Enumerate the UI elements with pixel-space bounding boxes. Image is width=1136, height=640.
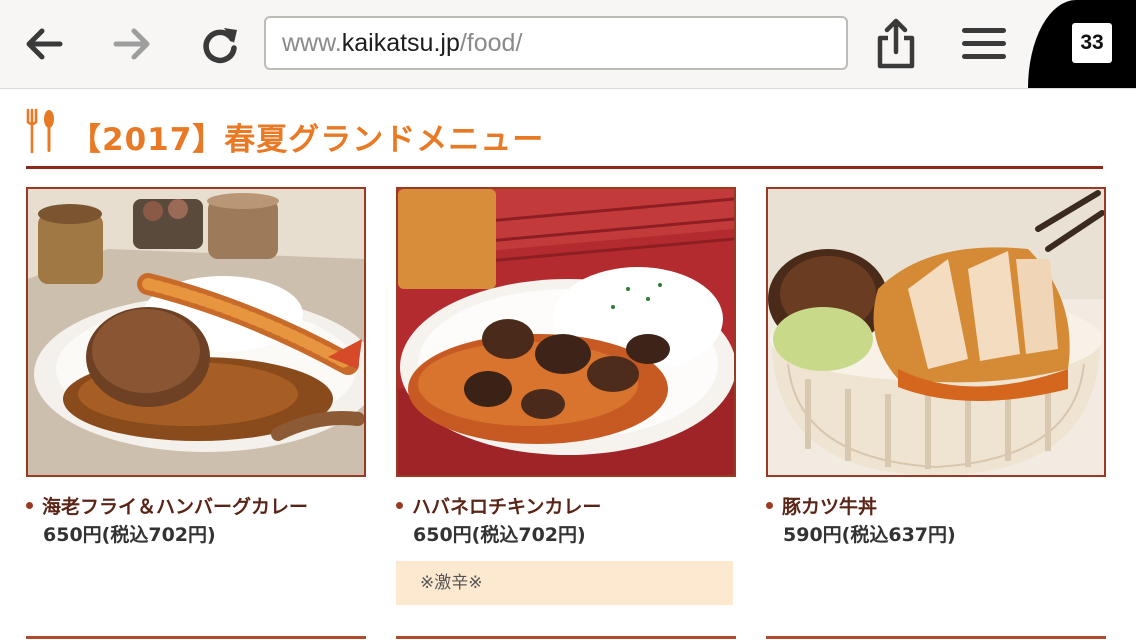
menu-item-name[interactable]: ハバネロチキンカレー (396, 492, 601, 519)
section-title: 【2017】春夏グランドメニュー (70, 122, 545, 158)
item-name-text: 海老フライ＆ハンバーグカレー (42, 496, 309, 518)
next-row-edge (766, 636, 1106, 639)
food-photo-habanero-chicken-curry[interactable] (396, 187, 736, 477)
url-scheme: www. (282, 29, 342, 57)
tabs-button[interactable]: 33 (1028, 0, 1136, 88)
food-photo-tonkatsu-gyudon[interactable] (766, 187, 1106, 477)
arrow-left-icon (26, 28, 63, 60)
back-button[interactable] (18, 18, 70, 70)
reload-icon (203, 28, 237, 64)
menu-item-price: 590円(税込637円) (783, 524, 956, 546)
browser-toolbar: www.kaikatsu.jp/food/ 33 (0, 0, 1136, 89)
share-icon (877, 18, 915, 69)
title-divider (26, 166, 1103, 169)
hamburger-menu-icon (962, 28, 1006, 59)
section-header: 【2017】春夏グランドメニュー (26, 106, 1106, 158)
item-name-text: ハバネロチキンカレー (412, 496, 602, 518)
reload-button[interactable] (194, 18, 246, 70)
share-button[interactable] (870, 16, 922, 69)
food-photo-ebi-hamburg-curry[interactable] (26, 187, 366, 477)
menu-button[interactable] (958, 18, 1010, 70)
spicy-note: ※激辛※ (396, 561, 733, 605)
address-bar[interactable]: www.kaikatsu.jp/food/ (264, 16, 848, 70)
item-name-text: 豚カツ牛丼 (782, 496, 878, 518)
bullet-dot (26, 502, 33, 509)
url-host: kaikatsu.jp (341, 29, 460, 57)
forward-button[interactable] (106, 18, 158, 70)
menu-item-price: 650円(税込702円) (43, 524, 216, 546)
next-row-edge (26, 636, 366, 639)
bullet-dot (396, 502, 403, 509)
menu-item-name[interactable]: 豚カツ牛丼 (766, 492, 877, 519)
menu-item-price: 650円(税込702円) (413, 524, 586, 546)
fork-spoon-icon (26, 108, 54, 154)
tab-count-badge: 33 (1072, 23, 1112, 63)
menu-item-name[interactable]: 海老フライ＆ハンバーグカレー (26, 492, 308, 519)
url-path: /food/ (459, 29, 523, 57)
bullet-dot (766, 502, 773, 509)
arrow-right-icon (113, 28, 150, 60)
next-row-edge (396, 636, 736, 639)
